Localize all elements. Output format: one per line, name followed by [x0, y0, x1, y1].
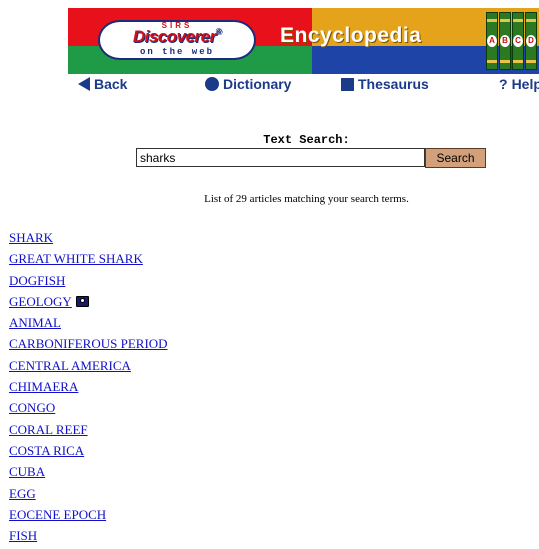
question-icon: ? [499, 76, 508, 92]
search-button[interactable]: Search [425, 148, 486, 168]
result-link[interactable]: FISH [9, 528, 37, 543]
result-link[interactable]: EGG [9, 486, 36, 501]
list-item: CUBA [9, 464, 168, 485]
list-item: EGG [9, 486, 168, 507]
back-arrow-icon [78, 77, 90, 91]
result-link[interactable]: CENTRAL AMERICA [9, 358, 131, 373]
list-item: CHIMAERA [9, 379, 168, 400]
camera-icon[interactable] [75, 295, 89, 307]
list-item: DOGFISH [9, 273, 168, 294]
site-banner: SIRS Discoverer® on the web Encyclopedia… [68, 8, 539, 74]
search-label: Text Search: [263, 133, 350, 147]
nav-help-label: Help [511, 76, 539, 92]
result-link[interactable]: CHIMAERA [9, 379, 78, 394]
book-spine: D [525, 12, 537, 70]
list-item: GREAT WHITE SHARK [9, 251, 168, 272]
list-item: CORAL REEF [9, 422, 168, 443]
result-link[interactable]: SHARK [9, 230, 53, 245]
nav-thesaurus[interactable]: Thesaurus [341, 76, 429, 92]
result-link[interactable]: COSTA RICA [9, 443, 84, 458]
list-item: CONGO [9, 400, 168, 421]
logo-subtitle: on the web [139, 47, 214, 57]
list-item: EOCENE EPOCH [9, 507, 168, 528]
books-icon: A B C D [486, 12, 537, 70]
result-link[interactable]: GEOLOGY [9, 294, 72, 309]
results-summary: List of 29 articles matching your search… [204, 193, 409, 205]
result-link[interactable]: CORAL REEF [9, 422, 88, 437]
nav-dictionary[interactable]: Dictionary [205, 76, 291, 92]
nav-back[interactable]: Back [78, 76, 127, 92]
nav-dictionary-label: Dictionary [223, 76, 292, 92]
result-link[interactable]: CARBONIFEROUS PERIOD [9, 336, 168, 351]
book-spine: A [486, 12, 498, 70]
book-spine: C [512, 12, 524, 70]
result-link[interactable]: ANIMAL [9, 315, 61, 330]
list-item: GEOLOGY [9, 294, 168, 315]
circle-icon [205, 77, 219, 91]
nav-help[interactable]: ? Help [499, 76, 539, 92]
nav-thesaurus-label: Thesaurus [358, 76, 429, 92]
result-link[interactable]: EOCENE EPOCH [9, 507, 106, 522]
sirs-discoverer-logo[interactable]: SIRS Discoverer® on the web [98, 20, 256, 60]
result-link[interactable]: DOGFISH [9, 273, 65, 288]
list-item: FISH [9, 528, 168, 549]
result-link[interactable]: GREAT WHITE SHARK [9, 251, 143, 266]
result-link[interactable]: CUBA [9, 464, 45, 479]
result-link[interactable]: CONGO [9, 400, 55, 415]
list-item: ANIMAL [9, 315, 168, 336]
search-input[interactable] [136, 148, 425, 167]
list-item: COSTA RICA [9, 443, 168, 464]
book-spine: B [499, 12, 511, 70]
nav-bar: Back Dictionary Thesaurus ? Help [0, 76, 539, 96]
encyclopedia-title: Encyclopedia [280, 24, 422, 47]
nav-back-label: Back [94, 76, 128, 92]
list-item: CENTRAL AMERICA [9, 358, 168, 379]
logo-name: Discoverer® [132, 27, 222, 46]
square-icon [341, 77, 354, 91]
list-item: SHARK [9, 230, 168, 251]
results-list: SHARK GREAT WHITE SHARK DOGFISH GEOLOGY … [9, 230, 168, 549]
list-item: CARBONIFEROUS PERIOD [9, 336, 168, 357]
